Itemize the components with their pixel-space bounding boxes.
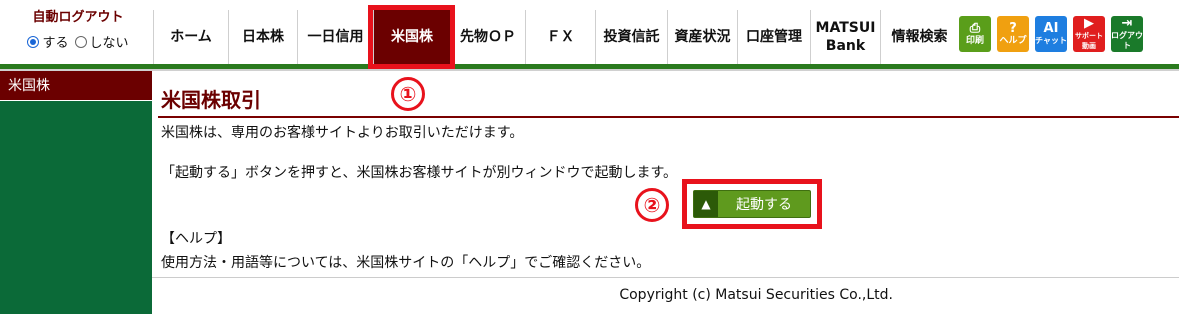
intro-text: 米国株は、専用のお客様サイトよりお取引いただけます。 [161,125,524,141]
auto-logout-on-label: する [42,36,69,51]
auto-logout-off-label: しない [89,36,129,51]
nav-day-trading[interactable]: 一日信用 [297,10,373,64]
main-content: 米国株取引 米国株は、専用のお客様サイトよりお取引いただけます。 「起動する」ボ… [152,71,1179,314]
upload-arrow-icon: ▲ [694,191,718,217]
logout-button[interactable]: ⇥ ログアウト [1111,16,1143,52]
help-text: 使用方法・用語等については、米国株サイトの「ヘルプ」でご確認ください。 [161,255,651,271]
nav-investment-trusts[interactable]: 投資信託 [595,10,667,64]
auto-logout-setting: 自動ログアウト する しない [8,10,148,64]
nav-futures-options[interactable]: 先物ＯＰ [450,10,525,64]
nav-fx[interactable]: ＦＸ [525,10,595,64]
sidebar-item-label: 米国株 [8,78,50,94]
launch-button[interactable]: ▲ 起動する [693,190,811,218]
help-heading: 【ヘルプ】 [161,231,231,247]
instruction-text: 「起動する」ボタンを押すと、米国株お客様サイトが別ウィンドウで起動します。 [161,165,678,181]
launch-button-highlight: ▲ 起動する [682,179,822,229]
help-icon: ? [1009,21,1017,36]
annotation-marker-1: ① [391,77,425,111]
logout-icon: ⇥ [1121,16,1133,31]
title-divider [158,116,1179,118]
nav-japan-stocks[interactable]: 日本株 [228,10,297,64]
nav-asset-status[interactable]: 資産状況 [667,10,737,64]
auto-logout-options: する しない [8,32,148,51]
nav-home[interactable]: ホーム [153,10,228,64]
ai-chat-icon: AI [1043,21,1059,36]
sidebar: 米国株 [0,71,152,314]
ai-chat-button[interactable]: AI チャット [1035,16,1067,52]
sidebar-item-us-stocks[interactable]: 米国株 [0,71,152,101]
annotation-marker-2: ② [635,188,669,222]
main-nav: ホーム 日本株 一日信用 米国株 先物ＯＰ ＦＸ 投資信託 資産状況 口座管理 … [153,5,958,69]
footer-divider [152,277,1179,278]
nav-account-management[interactable]: 口座管理 [737,10,810,64]
launch-button-label: 起動する [736,197,792,213]
page-title: 米国株取引 [161,88,261,112]
nav-matsui-bank[interactable]: MATSUI Bank [810,10,880,64]
radio-unselected-icon[interactable] [74,35,87,48]
support-video-button[interactable]: ▶ サポート動画 [1073,16,1105,52]
radio-selected-icon[interactable] [27,35,40,48]
auto-logout-off-radio[interactable]: しない [74,32,129,51]
auto-logout-title: 自動ログアウト [32,10,124,25]
print-icon: ⎙ [969,21,981,36]
copyright: Copyright (c) Matsui Securities Co.,Ltd. [619,287,893,303]
tool-buttons: ⎙ 印刷 ? ヘルプ AI チャット ▶ サポート動画 ⇥ ログアウト [959,16,1143,52]
nav-info-search[interactable]: 情報検索 [880,10,958,64]
auto-logout-on-radio[interactable]: する [27,32,69,51]
video-icon: ▶ [1084,16,1094,31]
print-button[interactable]: ⎙ 印刷 [959,16,991,52]
help-button[interactable]: ? ヘルプ [997,16,1029,52]
nav-us-stocks[interactable]: 米国株 [368,5,455,69]
top-navigation-bar: 自動ログアウト する しない ホーム 日本株 一日信用 米国株 先物ＯＰ ＦＸ … [0,0,1179,69]
